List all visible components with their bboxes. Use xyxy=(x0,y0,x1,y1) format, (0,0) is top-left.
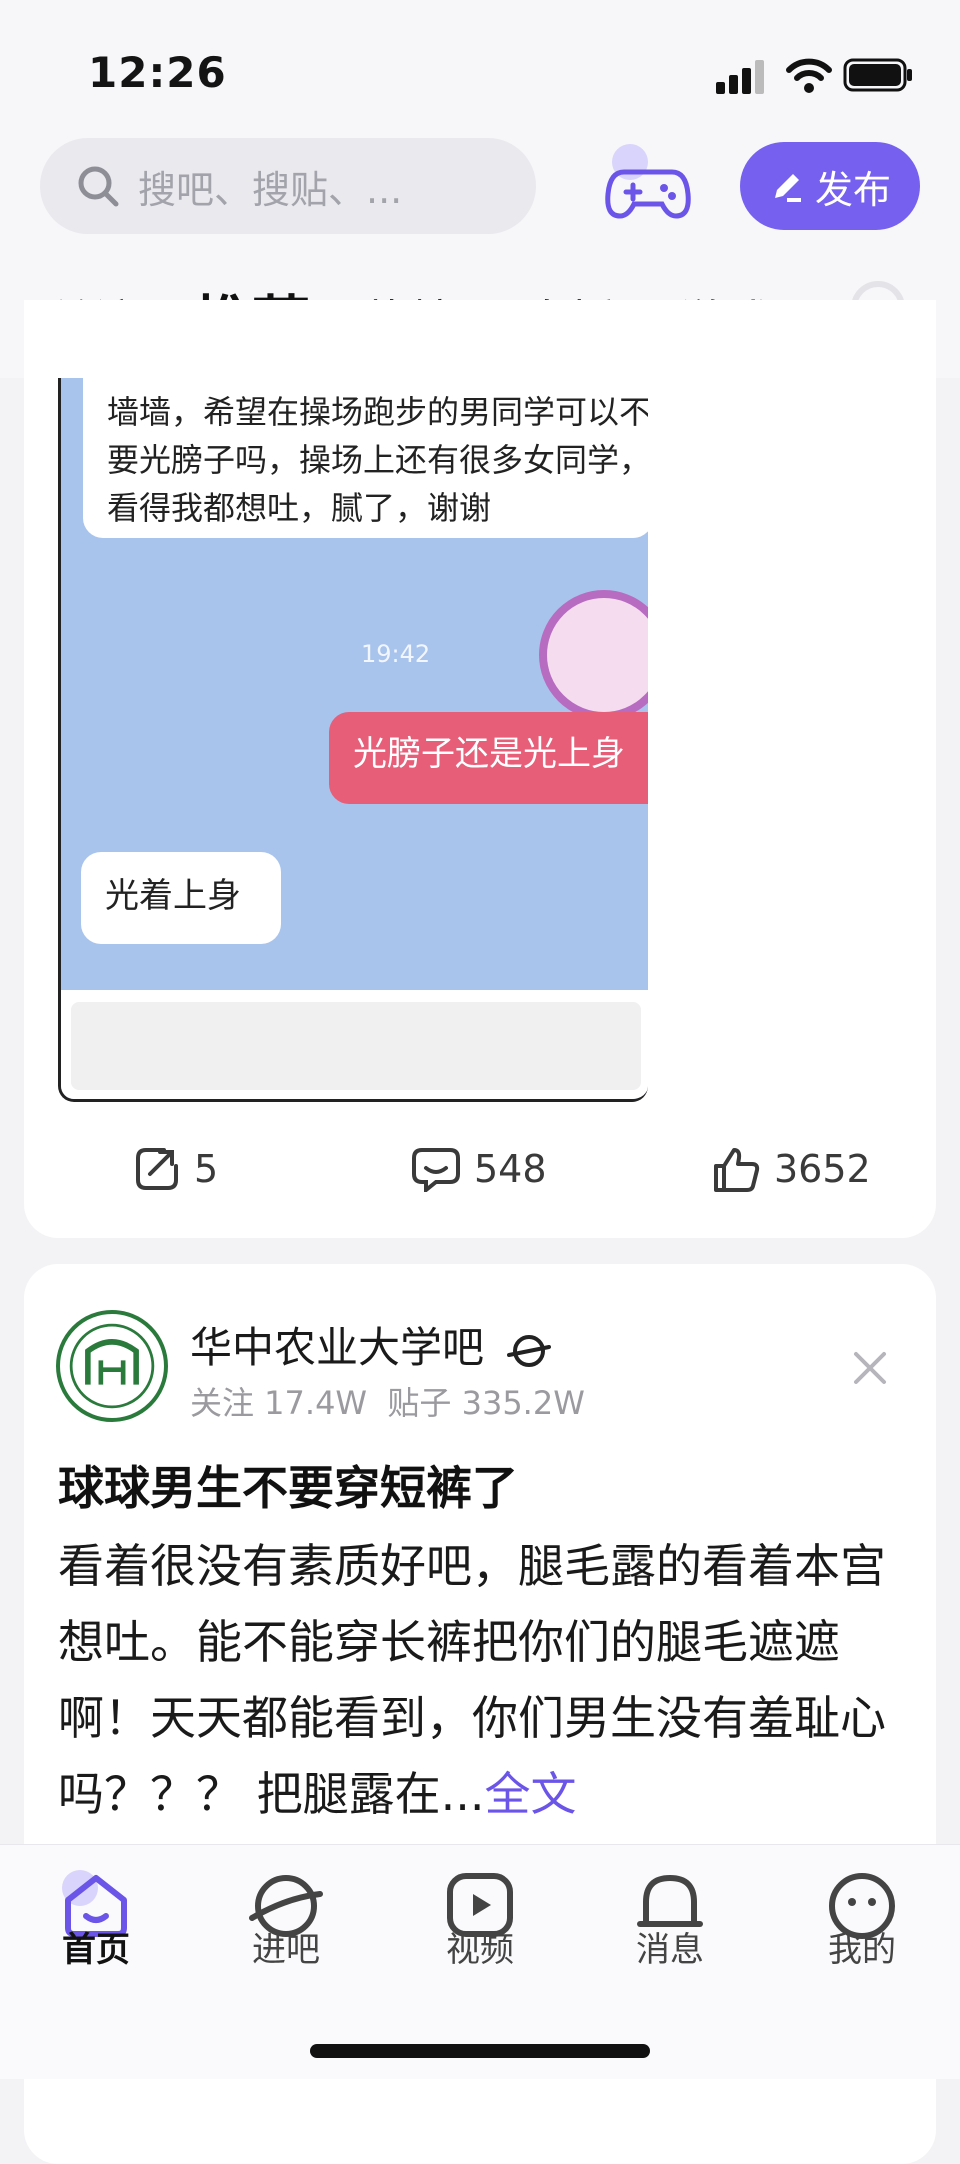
post-body[interactable]: 看着很没有素质好吧，腿毛露的看着本宫想吐。能不能穿长裤把你们的腿毛遮遮啊！天天都… xyxy=(58,1528,898,1832)
like-button[interactable]: 3652 xyxy=(712,1146,871,1192)
avatar xyxy=(539,590,648,720)
nav-video-label: 视频 xyxy=(446,1930,514,1970)
nav-messages[interactable]: 消息 xyxy=(610,1864,730,1971)
post-image[interactable]: 墙墙，希望在操场跑步的男同学可以不要光膀子吗，操场上还有很多女同学，看得我都想吐… xyxy=(58,378,648,1102)
share-button[interactable]: 5 xyxy=(134,1146,218,1192)
read-more-link[interactable]: 全文 xyxy=(485,1767,577,1821)
search-input[interactable]: 搜吧、搜贴、... xyxy=(40,138,536,234)
chat-bubble: 光膀子还是光上身 xyxy=(329,712,648,804)
comment-count: 548 xyxy=(474,1147,547,1191)
close-icon[interactable] xyxy=(850,1348,890,1388)
chat-input-field xyxy=(71,1002,641,1090)
nav-home[interactable]: 首页 xyxy=(36,1864,156,1971)
cellular-signal-icon xyxy=(716,60,764,94)
wifi-icon xyxy=(786,58,832,93)
battery-icon xyxy=(843,58,912,92)
nav-forums-label: 进吧 xyxy=(252,1930,320,1970)
share-icon xyxy=(136,1148,178,1190)
thumbs-up-icon xyxy=(714,1148,760,1192)
publish-button[interactable]: 发布 xyxy=(740,142,920,230)
like-count: 3652 xyxy=(774,1147,871,1191)
status-time: 12:26 xyxy=(88,48,227,97)
forum-logo[interactable] xyxy=(56,1310,168,1422)
nav-forums[interactable]: 进吧 xyxy=(226,1864,346,1971)
publish-label: 发布 xyxy=(814,167,891,212)
forum-name[interactable]: 华中农业大学吧 xyxy=(190,1314,552,1375)
nav-profile-label: 我的 xyxy=(828,1930,896,1970)
nav-messages-label: 消息 xyxy=(636,1930,704,1970)
orbit-icon xyxy=(507,1334,552,1367)
pen-icon xyxy=(774,174,801,202)
chat-bubble: 墙墙，希望在操场跑步的男同学可以不要光膀子吗，操场上还有很多女同学，看得我都想吐… xyxy=(83,378,648,538)
post-title[interactable]: 球球男生不要穿短裤了 xyxy=(58,1452,518,1518)
nav-profile[interactable]: 我的 xyxy=(802,1864,922,1971)
forum-stats: 关注 17.4W 贴子 335.2W xyxy=(190,1384,585,1422)
chat-timestamp: 19:42 xyxy=(361,640,431,668)
share-count: 5 xyxy=(194,1147,219,1191)
nav-video[interactable]: 视频 xyxy=(420,1864,540,1971)
chat-bubble: 光着上身 xyxy=(81,852,281,944)
comment-button[interactable]: 548 xyxy=(412,1146,547,1192)
search-placeholder: 搜吧、搜贴、... xyxy=(138,167,403,212)
home-indicator xyxy=(310,2044,650,2058)
comment-icon xyxy=(412,1148,460,1192)
game-controller-icon[interactable] xyxy=(604,142,692,230)
search-icon xyxy=(78,166,119,207)
nav-home-label: 首页 xyxy=(62,1930,130,1970)
